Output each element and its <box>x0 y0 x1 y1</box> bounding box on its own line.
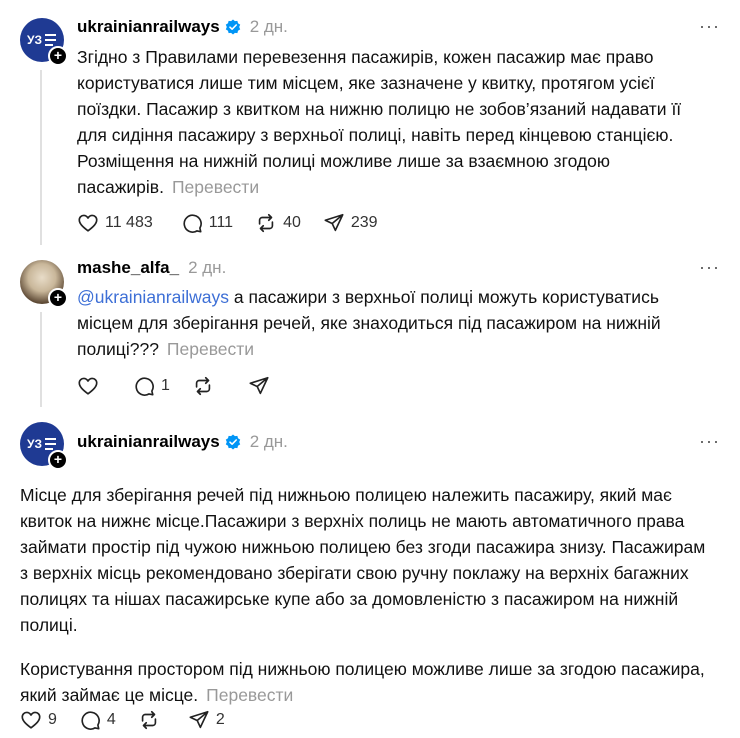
mention-link[interactable]: @ukrainianrailways <box>77 287 229 307</box>
post-time: 2 дн. <box>249 17 288 36</box>
repost-button[interactable]: 40 <box>255 212 301 234</box>
comment-count: 111 <box>208 214 234 231</box>
translate-link[interactable]: Перевести <box>167 339 254 359</box>
translate-link[interactable]: Перевести <box>172 177 259 197</box>
share-count: 2 <box>215 711 225 728</box>
share-button[interactable]: 239 <box>323 212 378 234</box>
post-actions: 11 483 111 40 239 <box>77 211 400 235</box>
like-button[interactable]: 9 <box>20 709 57 731</box>
like-count: 9 <box>48 711 57 728</box>
comment-count: 4 <box>106 711 116 728</box>
post-2: + mashe_alfa_ 2 дн. ··· @ukrainianrailwa… <box>0 250 740 410</box>
follow-plus-icon[interactable]: + <box>48 450 68 470</box>
post-paragraph-1: Місце для зберігання речей під нижньою п… <box>20 485 706 635</box>
translate-link[interactable]: Перевести <box>206 685 293 705</box>
more-options-icon[interactable]: ··· <box>699 257 720 278</box>
repost-count: 40 <box>283 214 301 231</box>
send-icon <box>324 213 344 232</box>
post-actions: 1 <box>77 374 298 398</box>
follow-plus-icon[interactable]: + <box>48 288 68 308</box>
repost-icon <box>141 710 157 730</box>
thread-line <box>40 312 42 407</box>
share-count: 239 <box>350 214 378 231</box>
repost-icon <box>195 376 211 396</box>
post-header: mashe_alfa_ 2 дн. <box>77 257 226 279</box>
follow-plus-icon[interactable]: + <box>48 46 68 66</box>
verified-badge-icon <box>225 19 240 35</box>
post-text: Місце для зберігання речей під нижньою п… <box>20 482 710 708</box>
post-3: УЗ + ukrainianrailways 2 дн. ··· Місце д… <box>0 410 740 738</box>
repost-icon <box>258 213 274 233</box>
like-count: 11 483 <box>105 214 153 231</box>
post-1: УЗ + ukrainianrailways 2 дн. ··· Згідно … <box>0 0 740 250</box>
post-time: 2 дн. <box>249 432 288 451</box>
verified-badge-icon <box>225 434 240 450</box>
svg-text:УЗ: УЗ <box>27 437 42 451</box>
avatar[interactable]: УЗ + <box>20 18 68 66</box>
avatar[interactable]: + <box>20 260 68 308</box>
share-button[interactable] <box>248 375 276 397</box>
repost-button[interactable] <box>138 709 166 731</box>
username[interactable]: mashe_alfa_ <box>77 258 179 278</box>
comment-count: 1 <box>161 377 170 394</box>
post-text: @ukrainianrailways а пасажири з верхньої… <box>77 284 707 362</box>
like-button[interactable]: 11 483 <box>77 212 153 234</box>
post-header: ukrainianrailways 2 дн. <box>77 16 288 38</box>
comment-icon <box>183 214 202 233</box>
more-options-icon[interactable]: ··· <box>699 431 720 452</box>
comment-icon <box>81 711 100 730</box>
post-body: Користування простором під нижньою полиц… <box>20 659 705 705</box>
heart-icon <box>78 214 98 232</box>
heart-icon <box>78 377 98 395</box>
comment-button[interactable]: 4 <box>79 709 116 731</box>
post-body: Згідно з Правилами перевезення пасажирів… <box>77 47 682 197</box>
heart-icon <box>21 711 41 729</box>
username[interactable]: ukrainianrailways <box>77 17 220 37</box>
comment-button[interactable]: 1 <box>133 375 170 397</box>
svg-text:УЗ: УЗ <box>27 33 42 47</box>
username[interactable]: ukrainianrailways <box>77 432 220 452</box>
more-options-icon[interactable]: ··· <box>699 16 720 37</box>
comment-icon <box>135 377 154 396</box>
avatar[interactable]: УЗ + <box>20 422 68 470</box>
send-icon <box>249 376 269 395</box>
share-button[interactable]: 2 <box>188 709 225 731</box>
like-button[interactable] <box>77 375 105 397</box>
comment-button[interactable]: 111 <box>181 212 233 234</box>
send-icon <box>189 710 209 729</box>
post-header: ukrainianrailways 2 дн. <box>77 431 288 453</box>
post-time: 2 дн. <box>188 258 227 277</box>
post-text: Згідно з Правилами перевезення пасажирів… <box>77 44 707 200</box>
repost-button[interactable] <box>192 375 220 397</box>
post-paragraph-2: Користування простором під нижньою полиц… <box>20 656 710 708</box>
thread-line <box>40 70 42 245</box>
post-actions: 9 4 2 <box>20 708 247 732</box>
